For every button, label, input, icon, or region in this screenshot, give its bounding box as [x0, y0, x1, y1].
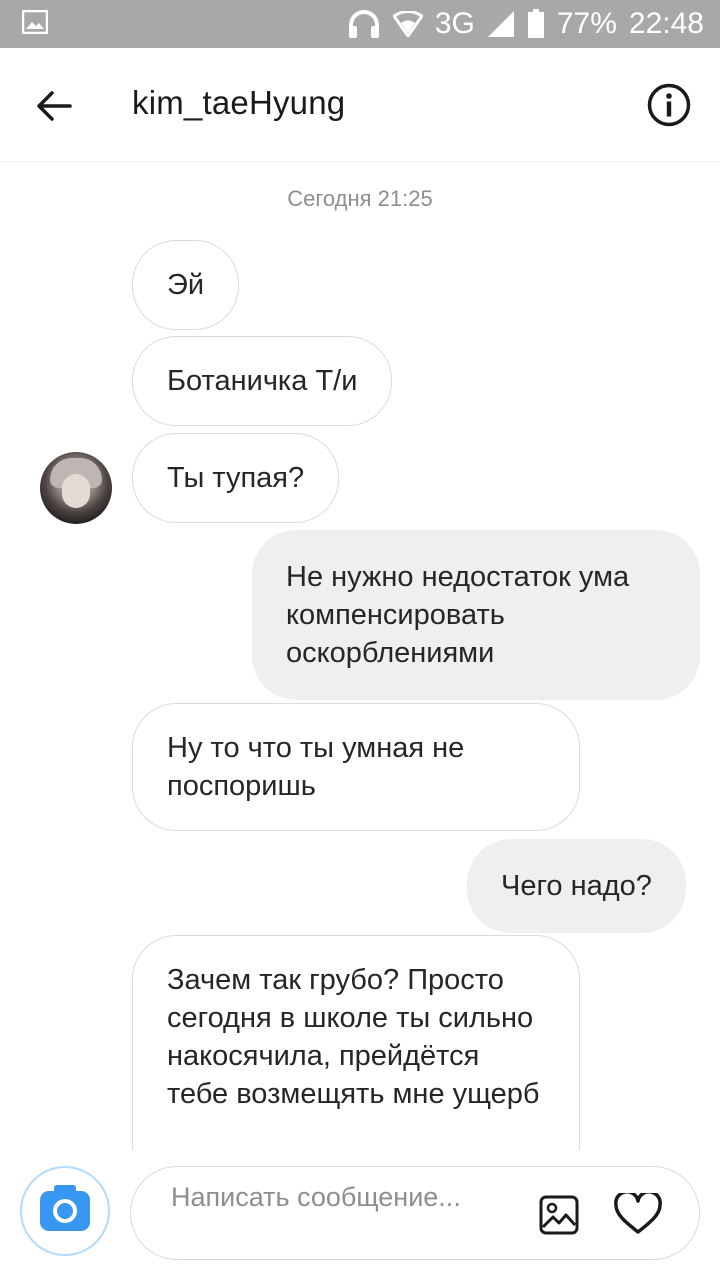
back-button[interactable] [26, 78, 82, 134]
sender-avatar[interactable] [40, 452, 112, 524]
network-type: 3G [434, 7, 475, 40]
wifi-icon [392, 11, 423, 37]
incoming-message[interactable]: Эй [132, 240, 240, 330]
message-input-placeholder: Написать сообщение... [171, 1182, 461, 1212]
info-button[interactable] [646, 82, 692, 128]
battery-level: 77% [556, 7, 617, 40]
thread-timestamp: Сегодня 21:25 [287, 186, 433, 211]
arrow-left-icon [37, 91, 72, 121]
status-bar: 3G 77% 22:48 [0, 0, 720, 48]
chat-username[interactable]: kim_taeHyung [132, 84, 345, 122]
like-button[interactable] [613, 1191, 663, 1237]
message-thread[interactable]: Сегодня 21:25 Эй Ботаничка Т/и Ты тупая?… [0, 162, 720, 1150]
signal-icon [487, 10, 515, 38]
gallery-notification-icon [21, 9, 49, 39]
camera-icon [40, 1185, 90, 1231]
incoming-message[interactable]: Зачем так грубо? Просто сегодня в школе … [132, 935, 580, 1150]
clock: 22:48 [628, 7, 704, 40]
incoming-message[interactable]: Ботаничка Т/и [132, 336, 393, 426]
incoming-message[interactable]: Ты тупая? [132, 433, 340, 523]
info-icon [647, 83, 691, 127]
headphones-icon [347, 9, 381, 39]
camera-button[interactable] [20, 1166, 110, 1256]
heart-icon [614, 1193, 662, 1234]
battery-icon [527, 9, 545, 39]
message-composer: Написать сообщение... [0, 1150, 720, 1280]
message-input[interactable]: Написать сообщение... [130, 1166, 700, 1260]
outgoing-message[interactable]: Не нужно недостаток ума компенсировать о… [252, 530, 700, 700]
conversation-header: kim_taeHyung [0, 48, 720, 162]
gallery-button[interactable] [537, 1193, 581, 1237]
incoming-message[interactable]: Ну то что ты умная не поспоришь [132, 703, 580, 831]
outgoing-message[interactable]: Чего надо? [467, 839, 686, 933]
image-icon [539, 1195, 579, 1235]
